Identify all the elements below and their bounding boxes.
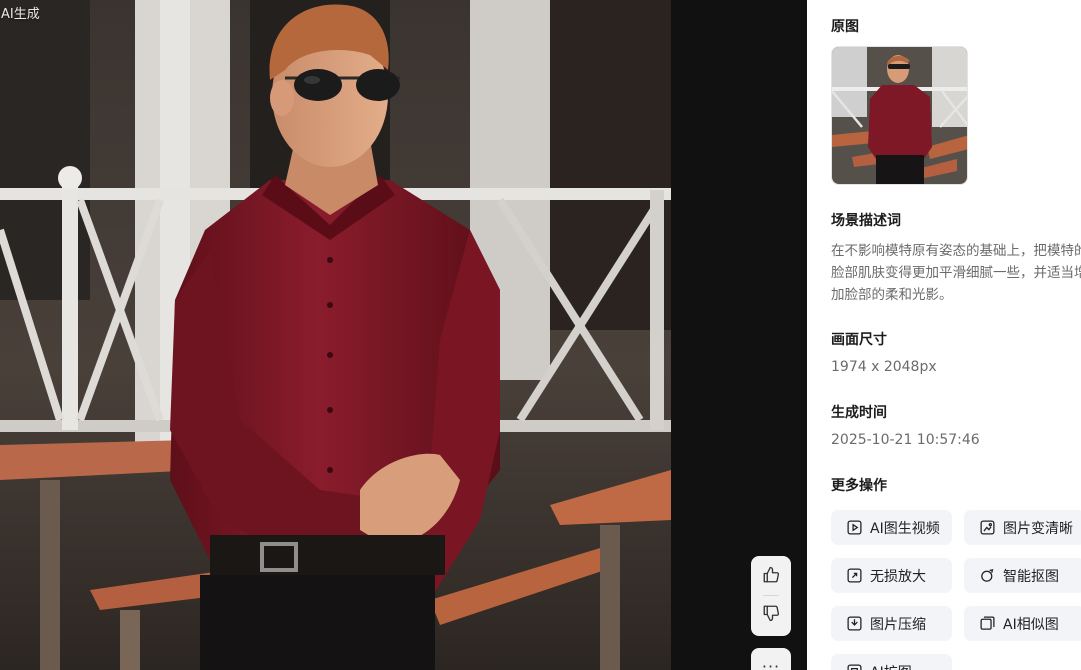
thumbs-up-icon xyxy=(762,566,780,588)
original-title: 原图 xyxy=(831,19,859,35)
ai-expand-button[interactable]: AI扩图 xyxy=(831,654,952,670)
lossless-upscale-button[interactable]: 无损放大 xyxy=(831,558,952,593)
thumbs-down-icon xyxy=(762,604,780,626)
more-actions-title: 更多操作 xyxy=(831,478,887,494)
ai-similar-image-label: AI相似图 xyxy=(1003,616,1059,633)
video-icon xyxy=(846,519,863,536)
generation-time-title: 生成时间 xyxy=(831,405,887,421)
more-options-button[interactable]: ··· xyxy=(751,648,791,670)
ai-image-to-video-button[interactable]: AI图生视频 xyxy=(831,510,952,545)
cutout-icon xyxy=(979,567,996,584)
enhance-icon xyxy=(979,519,996,536)
smart-cutout-button[interactable]: 智能抠图 xyxy=(964,558,1081,593)
similar-icon xyxy=(979,615,996,632)
like-button[interactable] xyxy=(751,558,791,596)
smart-cutout-label: 智能抠图 xyxy=(1003,568,1059,585)
image-size-title: 画面尺寸 xyxy=(831,332,887,348)
more-dots-icon: ··· xyxy=(761,656,781,670)
scene-description-text: 在不影响模特原有姿态的基础上，把模特的脸部肌肤变得更加平滑细腻一些，并适当增加脸… xyxy=(831,243,1081,303)
scene-description-title: 场景描述词 xyxy=(831,213,901,229)
lossless-upscale-label: 无损放大 xyxy=(870,568,926,585)
feedback-box xyxy=(751,556,791,636)
image-enhance-label: 图片变清晰 xyxy=(1003,520,1073,537)
image-compress-label: 图片压缩 xyxy=(870,616,926,633)
expand-icon xyxy=(846,663,863,670)
image-viewer: AI生成 ··· xyxy=(0,0,807,670)
generated-image[interactable]: AI生成 xyxy=(0,0,671,670)
details-panel: 原图 场景描述词 在不影响模特原有姿态的基础上，把模特的脸部肌肤变得更加平滑细腻… xyxy=(807,0,1081,670)
ai-generated-badge: AI生成 xyxy=(1,7,40,22)
image-enhance-button[interactable]: 图片变清晰 xyxy=(964,510,1081,545)
ai-similar-image-button[interactable]: AI相似图 xyxy=(964,606,1081,641)
compress-icon xyxy=(846,615,863,632)
original-thumbnail[interactable] xyxy=(831,46,968,185)
ai-expand-label: AI扩图 xyxy=(870,662,912,670)
dislike-button[interactable] xyxy=(751,596,791,634)
image-size-value: 1974 x 2048px xyxy=(831,359,937,375)
generation-time-value: 2025-10-21 10:57:46 xyxy=(831,432,980,448)
image-compress-button[interactable]: 图片压缩 xyxy=(831,606,952,641)
upscale-icon xyxy=(846,567,863,584)
ai-image-to-video-label: AI图生视频 xyxy=(870,520,940,537)
